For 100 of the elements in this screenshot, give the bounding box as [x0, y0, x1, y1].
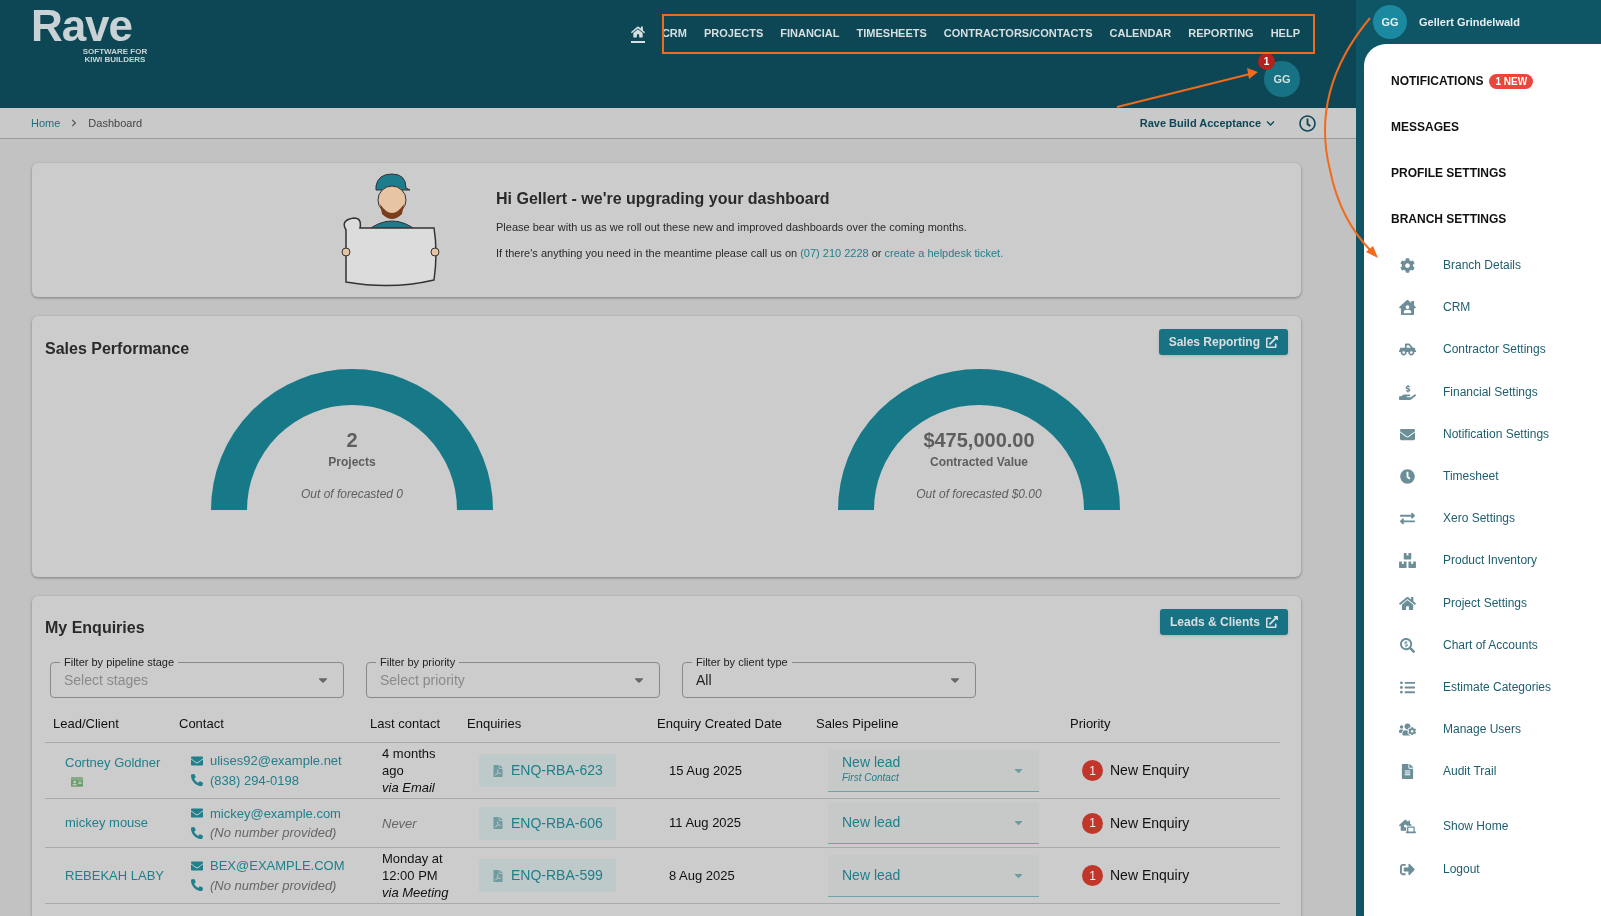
priority-label: New Enquiry	[1110, 761, 1190, 780]
menu-section[interactable]: NOTIFICATIONS	[1391, 74, 1484, 88]
gauge-label: Contracted Value	[930, 454, 1028, 471]
menu-item[interactable]: Financial Settings	[1443, 384, 1538, 399]
menu-item[interactable]: CRM	[1443, 300, 1471, 315]
truck-icon	[1399, 342, 1416, 358]
gear-icon	[1399, 258, 1416, 273]
menu-item[interactable]: Audit Trail	[1443, 764, 1497, 779]
banner-title: Hi Gellert - we're upgrading your dashboard	[496, 188, 831, 209]
priority-badge: 1	[1082, 865, 1103, 886]
home-icon[interactable]	[630, 25, 645, 43]
external-link-icon	[1266, 616, 1278, 628]
filter-label: Filter by priority	[376, 655, 460, 669]
clock-icon	[1399, 468, 1416, 484]
phone-icon	[191, 826, 203, 839]
filter-placeholder: Select stages	[64, 670, 149, 690]
priority-label: New Enquiry	[1110, 866, 1190, 885]
priority-badge: 1	[1082, 760, 1103, 781]
nav-link[interactable]: CALENDAR	[1109, 24, 1172, 44]
hand-dollar-icon	[1399, 384, 1416, 400]
envelope-icon	[191, 859, 203, 872]
users-gear-icon	[1399, 722, 1416, 738]
nav-link[interactable]: HELP	[1270, 24, 1300, 44]
created-date: 11 Aug 2025	[669, 814, 743, 833]
list-icon	[1399, 679, 1416, 695]
logo-tagline: SOFTWARE FOR KIWI BUILDERS	[82, 48, 148, 64]
menu-item[interactable]: Project Settings	[1443, 595, 1528, 610]
card-title: My Enquiries	[45, 618, 145, 638]
phone-number: (838) 294-0198	[210, 771, 299, 790]
pipeline-substage: First Contact	[842, 771, 900, 785]
breadcrumb-link[interactable]: Home	[31, 114, 61, 132]
clock-icon[interactable]	[1299, 114, 1316, 132]
filter-label: Filter by client type	[692, 655, 792, 669]
menu-item[interactable]: Branch Details	[1443, 258, 1522, 272]
column-header: Sales Pipeline	[816, 715, 900, 734]
envelope-icon	[1399, 426, 1416, 442]
pipeline-value: New lead	[842, 755, 901, 770]
menu-section[interactable]: MESSAGES	[1391, 120, 1459, 134]
gauge-value: 2	[346, 429, 358, 451]
menu-section[interactable]: PROFILE SETTINGS	[1391, 166, 1507, 180]
gauge-note: Out of forecasted $0.00	[916, 486, 1042, 503]
column-header: Last contact	[370, 715, 442, 734]
chevron-icon	[70, 119, 79, 127]
last-contact: Never	[382, 814, 418, 832]
external-link-icon	[1266, 336, 1278, 348]
pdf-icon	[492, 869, 504, 882]
created-date: 8 Aug 2025	[669, 866, 736, 885]
house-user-icon	[1399, 300, 1416, 316]
menu-item[interactable]: Estimate Categories	[1443, 679, 1552, 694]
nav-link[interactable]: TIMESHEETS	[856, 24, 927, 44]
branch-selector[interactable]: Rave Build Acceptance	[1139, 114, 1275, 132]
pipeline-value: New lead	[842, 867, 901, 883]
menu-item[interactable]: Manage Users	[1443, 722, 1522, 737]
swap-arrows-icon	[1399, 511, 1416, 527]
contact-method: via Meeting	[382, 884, 450, 901]
column-header: Enquiries	[467, 715, 523, 734]
home-icon	[1399, 595, 1416, 611]
pipeline-value: New lead	[842, 815, 901, 830]
leads-clients-button[interactable]: Leads & Clients	[1159, 609, 1288, 635]
menu-item[interactable]: Timesheet	[1443, 468, 1499, 483]
filter-value: All	[696, 670, 712, 690]
sales-reporting-button[interactable]: Sales Reporting	[1158, 329, 1288, 355]
phone-number: (No number provided)	[210, 876, 337, 895]
created-date: 15 Aug 2025	[669, 761, 744, 780]
column-header: Lead/Client	[53, 715, 120, 734]
pdf-icon	[492, 764, 504, 777]
menu-item[interactable]: Chart of Accounts	[1443, 637, 1538, 652]
column-header: Contact	[179, 715, 225, 734]
menu-item[interactable]: Show Home	[1443, 819, 1509, 834]
nav-link[interactable]: REPORTING	[1188, 24, 1254, 44]
logout-icon	[1399, 862, 1416, 878]
gauge-value: $475,000.00	[923, 429, 1035, 451]
gauge-note: Out of forecasted 0	[300, 486, 404, 503]
phone-number: (No number provided)	[210, 824, 337, 842]
card-title: Sales Performance	[45, 339, 190, 359]
menu-item[interactable]: Logout	[1443, 862, 1480, 877]
banner-text: If there's anything you need in the meantime please call us on (07) 210 2228 or create a helpdesk ticket.	[496, 246, 1004, 261]
breadcrumb-current: Dashboard	[88, 115, 143, 131]
priority-badge: 1	[1082, 812, 1103, 834]
menu-item[interactable]: Product Inventory	[1443, 553, 1538, 568]
user-avatar: GG	[1373, 5, 1407, 39]
nav-link[interactable]: PROJECTS	[703, 24, 764, 44]
nav-link[interactable]: CONTRACTORS/CONTACTS	[943, 24, 1093, 44]
pdf-icon	[492, 817, 504, 829]
banner-text: Please bear with us as we roll out these new and improved dashboards over the coming months.	[496, 219, 968, 235]
envelope-icon	[191, 754, 203, 767]
gauge-label: Projects	[328, 454, 376, 471]
menu-section[interactable]: BRANCH SETTINGS	[1391, 212, 1507, 226]
menu-item[interactable]: Notification Settings	[1443, 426, 1550, 441]
nav-link[interactable]: FINANCIAL	[780, 24, 840, 44]
menu-item[interactable]: Contractor Settings	[1443, 342, 1546, 357]
laptop-house-icon	[1399, 819, 1416, 835]
column-header: Priority	[1070, 715, 1112, 734]
menu-item[interactable]: Xero Settings	[1443, 511, 1516, 526]
column-header: Enquiry Created Date	[657, 715, 783, 734]
logo: Rave	[31, 4, 132, 48]
filter-placeholder: Select priority	[380, 670, 465, 690]
search-dollar-icon	[1399, 637, 1416, 653]
priority-label: New Enquiry	[1110, 813, 1190, 833]
document-icon	[1399, 764, 1416, 780]
